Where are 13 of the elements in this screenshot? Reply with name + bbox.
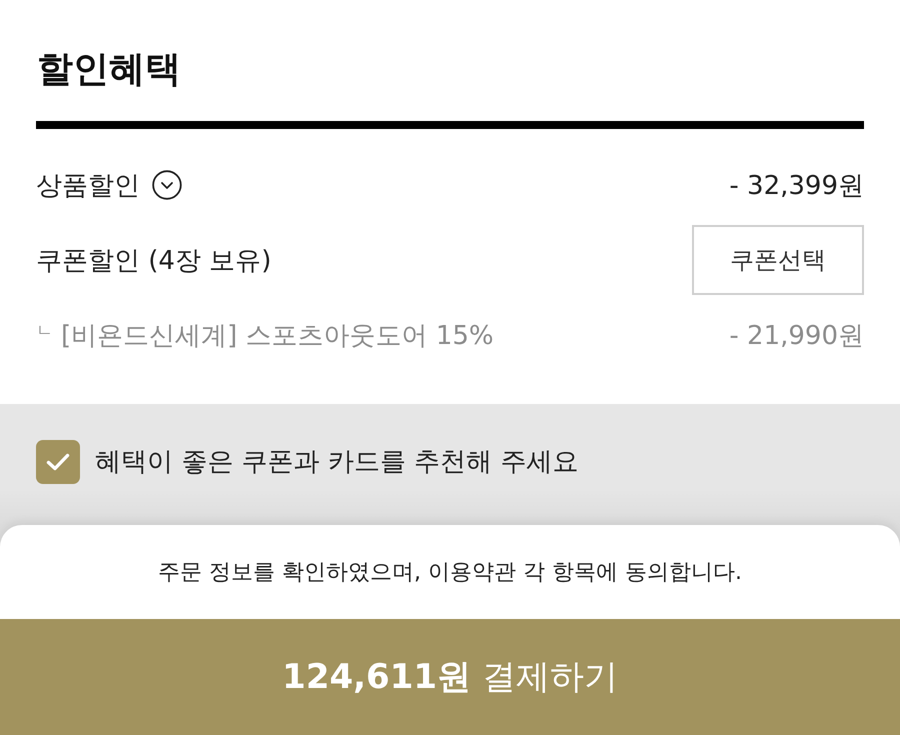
coupon-select-button[interactable]: 쿠폰선택 [692, 225, 864, 295]
checkbox[interactable] [36, 440, 80, 484]
chevron-down-circle-icon[interactable] [152, 170, 182, 200]
checkmark-icon [46, 453, 70, 471]
discount-label: 상품할인 [36, 170, 140, 202]
sub-item-marker: ㄴ [36, 320, 53, 342]
coupon-amount: - 21,990원 [729, 320, 864, 350]
discount-amount: - 32,399원 [729, 170, 864, 200]
coupon-name: [비욘드신세계] 스포츠아웃도어 15% [61, 320, 494, 352]
coupon-discount-label: 쿠폰할인 (4장 보유) [36, 244, 272, 278]
agreement-text: 주문 정보를 확인하였으며, 이용약관 각 항목에 동의합니다. [158, 559, 742, 587]
section-title: 할인혜택 [36, 48, 181, 91]
checkbox-label: 혜택이 좋은 쿠폰과 카드를 추천해 주세요 [95, 446, 578, 479]
